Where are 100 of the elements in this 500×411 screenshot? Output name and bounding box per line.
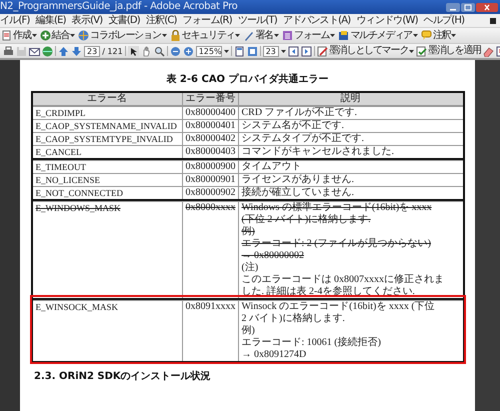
envelope-icon[interactable] (29, 46, 40, 56)
toolbar-button[interactable]: 作成 (1, 30, 37, 42)
padlock-icon (170, 30, 181, 41)
toolbar-button[interactable]: 署名 (243, 30, 280, 42)
table-cell-line: 例) (242, 325, 256, 337)
column-header: エラー名 (32, 93, 182, 105)
table-cell: E_TIMEOUT (32, 161, 182, 173)
table-cell-line: このエラーコードは 0x8007xxxxに修正されま (242, 274, 445, 286)
toolbar-button[interactable]: フォーム (282, 30, 336, 42)
table-cell: 0x8000xxxx (182, 202, 238, 298)
caret-icon[interactable] (224, 48, 229, 54)
table-cell: E_CAOP_SYSTEMNAME_INVALID (32, 120, 182, 132)
menu-item[interactable]: ツール(T) (238, 14, 277, 26)
down-arrow-icon[interactable] (71, 46, 82, 56)
form-icon (282, 30, 294, 41)
table-caption: 表 2-6 CAO プロバイダ共通エラー (166, 72, 329, 86)
caret-icon[interactable] (70, 33, 76, 38)
table-cell-line: (下位 2 バイト)に格納します. (242, 214, 372, 226)
menu-item[interactable]: イル(F) (0, 14, 30, 26)
table-cell-line: Winsock のエラーコード(16bit)を xxxx (下位 (242, 301, 436, 312)
toolbar-button[interactable]: 注釈 (420, 30, 456, 42)
page-number-field[interactable]: 23 (84, 46, 100, 56)
caret-icon[interactable] (280, 48, 286, 54)
menu-item[interactable]: 編集(E) (36, 14, 66, 26)
table-cell-line: 接続が確立していません. (242, 187, 355, 199)
toolbar-button[interactable]: コラボレーション (78, 30, 167, 42)
table-cell-line: → 0x80000002 (242, 250, 305, 262)
caret-icon[interactable] (235, 33, 240, 38)
column-header: 説明 (340, 93, 362, 105)
toolbar-button[interactable]: セキュリティ (170, 30, 240, 42)
table-cell-line: CRD ファイルが不正です. (242, 107, 358, 119)
toolbar-button[interactable]: 墨消しを適用 (416, 45, 481, 57)
page-count: / 121 (102, 46, 123, 56)
table-cell: E_CRDIMPL (32, 107, 182, 119)
table-cell-line: システムタイプが不正です. (242, 133, 365, 145)
close-icon[interactable] (476, 2, 498, 12)
caret-icon[interactable] (162, 33, 167, 38)
print-icon[interactable] (3, 46, 14, 56)
table-cell: E_CAOP_SYSTEMTYPE_INVALID (32, 133, 182, 145)
maximize-icon[interactable] (461, 2, 475, 12)
table-cell: E_WINDOWS_MASK (32, 202, 182, 298)
cursor-icon[interactable] (128, 46, 139, 56)
speech-bubble-icon (420, 30, 432, 41)
page-icon[interactable] (234, 46, 245, 56)
menu-item[interactable]: 注釈(C) (146, 14, 177, 26)
table-cell-line: (注) (242, 262, 260, 274)
table-cell: 0x80000401 (182, 120, 238, 132)
table-cell-line: エラーコード: 2 (ファイルが見つからない) (242, 238, 432, 250)
zoom-in-icon[interactable] (182, 46, 194, 56)
table-cell-line: コマンドがキャンセルされました. (242, 146, 395, 158)
toolbar-button[interactable]: 結合 (40, 30, 76, 42)
table-cell: 0x80000902 (182, 187, 238, 199)
find-field[interactable]: 23 (262, 46, 279, 56)
document-icon (1, 30, 12, 41)
caret-icon[interactable] (412, 33, 418, 38)
table-cell: 0x80000403 (182, 146, 238, 158)
table-cell: E_CANCEL (32, 146, 182, 158)
menu-item[interactable]: ヘルプ(H) (424, 14, 464, 26)
table-cell-line: 例) (242, 226, 256, 238)
fit-page-icon[interactable] (246, 46, 258, 56)
pen-icon (243, 30, 254, 41)
menu-item[interactable]: 表示(V) (72, 14, 102, 26)
table-cell: 0x80000400 (182, 107, 238, 119)
menu-item[interactable]: 文書(D) (108, 14, 140, 26)
table-cell: E_NO_LICENSE (32, 174, 182, 186)
table-cell: 0x8091xxxx (182, 301, 238, 361)
zoom-field[interactable]: 125% (196, 46, 222, 56)
menu-item[interactable]: ウィンドウ(W) (356, 14, 418, 26)
table-cell-line: Windows の標準エラーコード(16bit)を xxxx (242, 202, 433, 214)
table-cell-line: 2 バイト)に格納します. (242, 313, 346, 325)
toolbar-button[interactable]: 墨消しとしてマーク (316, 45, 414, 57)
caret-icon[interactable] (451, 33, 456, 38)
caret-icon[interactable] (409, 48, 414, 54)
next-icon[interactable] (300, 46, 312, 56)
menu-item[interactable]: フォーム(R) (182, 14, 232, 26)
table-cell: E_NOT_CONNECTED (32, 187, 182, 199)
magnifier-icon[interactable] (154, 46, 165, 56)
column-header: エラー番号 (182, 93, 238, 105)
caret-icon[interactable] (274, 33, 280, 38)
scroll-bar[interactable] (475, 60, 500, 411)
table-cell-line: システム名が不正です. (242, 120, 345, 132)
window-title: N2_ProgrammersGuide_ja.pdf - Adobe Acrobat Pro (0, 1, 238, 13)
menu-item[interactable]: アドバンスト(A) (282, 14, 350, 26)
zoom-out-icon[interactable] (170, 46, 181, 56)
pen-icon (316, 46, 328, 56)
previous-icon[interactable] (288, 46, 299, 56)
table-cell-line: タイムアウト (242, 161, 302, 173)
up-arrow-icon[interactable] (58, 46, 69, 56)
minimize-icon[interactable] (446, 2, 460, 12)
caret-icon[interactable] (330, 33, 336, 38)
table-cell-line: → 0x8091274D (242, 349, 308, 361)
caret-icon[interactable] (32, 33, 37, 38)
toolbar-button[interactable]: マルチメディア (338, 30, 418, 42)
hand-icon[interactable] (140, 46, 152, 56)
table-cell: 0x80000402 (182, 133, 238, 145)
checkmark-icon (416, 46, 428, 56)
table-cell-line: ライセンスがありません. (242, 174, 355, 186)
section-heading: 2.3. ORiN2 SDKのインストール状況 (34, 370, 211, 383)
table-cell-line: エラーコード: 10061 (接続拒否) (242, 337, 382, 349)
plus-icon (40, 30, 51, 41)
